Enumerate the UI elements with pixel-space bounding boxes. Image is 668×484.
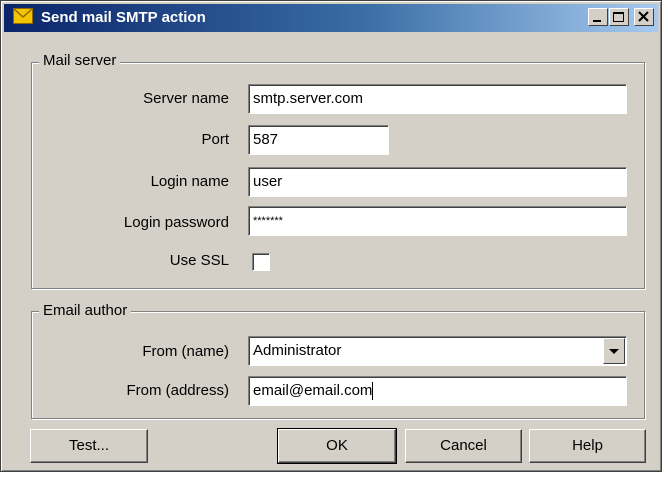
cancel-button[interactable]: Cancel [405,429,522,463]
maximize-button[interactable] [609,8,629,26]
dropdown-button[interactable] [603,338,625,364]
mail-server-legend: Mail server [39,52,121,70]
login-password-label: Login password [123,214,229,231]
minimize-icon [593,20,601,22]
from-name-value: Administrator [253,342,342,359]
title-bar[interactable]: Send mail SMTP action [4,4,658,32]
server-name-field[interactable]: smtp.server.com [248,84,627,114]
from-address-field[interactable]: email@email.com [248,376,627,406]
close-button[interactable] [634,8,654,26]
from-address-label: From (address) [126,382,229,399]
from-address-value: email@email.com [253,382,373,399]
use-ssl-checkbox[interactable] [252,253,270,271]
port-field[interactable]: 587 [248,125,389,155]
envelope-icon [13,8,33,24]
login-name-label: Login name [150,173,229,190]
window-title: Send mail SMTP action [41,9,206,26]
email-author-legend: Email author [39,302,132,320]
minimize-button[interactable] [588,8,608,26]
send-mail-dialog: Send mail SMTP action Mail server Server… [0,0,662,472]
use-ssl-label: Use SSL [169,252,229,269]
login-name-field[interactable]: user [248,167,627,197]
test-button[interactable]: Test... [30,429,148,463]
port-label: Port [201,131,229,148]
text-caret [372,382,374,401]
from-name-label: From (name) [142,343,229,360]
server-name-label: Server name [143,90,229,107]
ok-button[interactable]: OK [277,428,397,464]
login-password-field[interactable]: ******* [248,206,627,236]
chevron-down-icon [609,349,619,354]
close-icon [638,11,649,22]
help-button[interactable]: Help [529,429,646,463]
maximize-icon [613,12,624,22]
from-name-dropdown[interactable]: Administrator [248,336,627,366]
